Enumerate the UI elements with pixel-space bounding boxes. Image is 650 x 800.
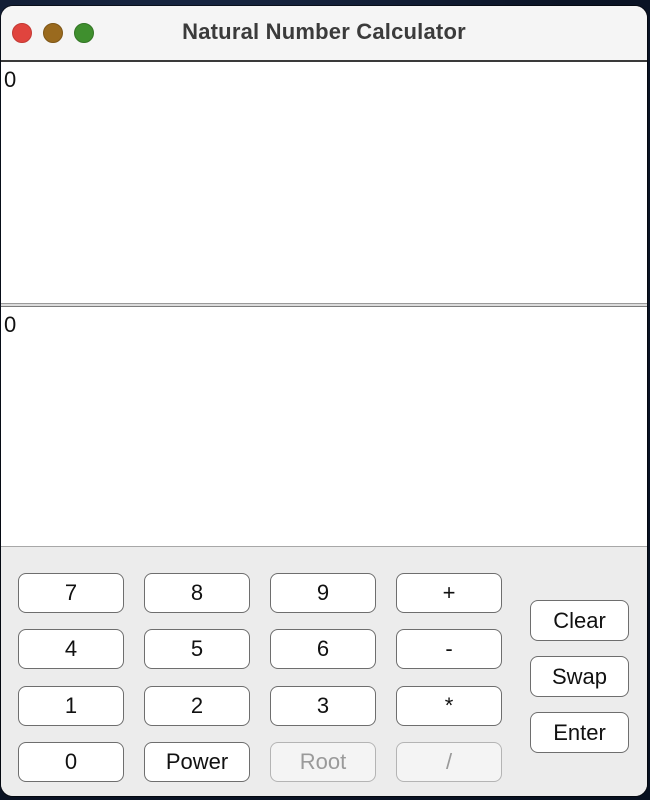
digit-6-button[interactable]: 6: [270, 629, 376, 669]
digit-7-button[interactable]: 7: [18, 573, 124, 613]
digit-9-button[interactable]: 9: [270, 573, 376, 613]
subtract-button[interactable]: -: [396, 629, 502, 669]
digit-2-button[interactable]: 2: [144, 686, 250, 726]
bottom-display-area[interactable]: 0: [1, 307, 647, 547]
digit-3-button[interactable]: 3: [270, 686, 376, 726]
multiply-button[interactable]: *: [396, 686, 502, 726]
calculator-window: Natural Number Calculator 0 0 7 8 9 + 4 …: [1, 6, 647, 796]
clear-button[interactable]: Clear: [530, 600, 629, 641]
power-button[interactable]: Power: [144, 742, 250, 782]
digit-8-button[interactable]: 8: [144, 573, 250, 613]
divide-button[interactable]: /: [396, 742, 502, 782]
swap-button[interactable]: Swap: [530, 656, 629, 697]
digit-0-button[interactable]: 0: [18, 742, 124, 782]
digit-5-button[interactable]: 5: [144, 629, 250, 669]
keypad: 7 8 9 + 4 5 6 - 1 2 3 * 0 Power Root / C…: [1, 548, 647, 796]
digit-4-button[interactable]: 4: [18, 629, 124, 669]
title-bar[interactable]: Natural Number Calculator: [1, 6, 647, 62]
digit-1-button[interactable]: 1: [18, 686, 124, 726]
root-button[interactable]: Root: [270, 742, 376, 782]
enter-button[interactable]: Enter: [530, 712, 629, 753]
top-display-area[interactable]: 0: [1, 62, 647, 303]
add-button[interactable]: +: [396, 573, 502, 613]
window-title: Natural Number Calculator: [182, 19, 466, 44]
